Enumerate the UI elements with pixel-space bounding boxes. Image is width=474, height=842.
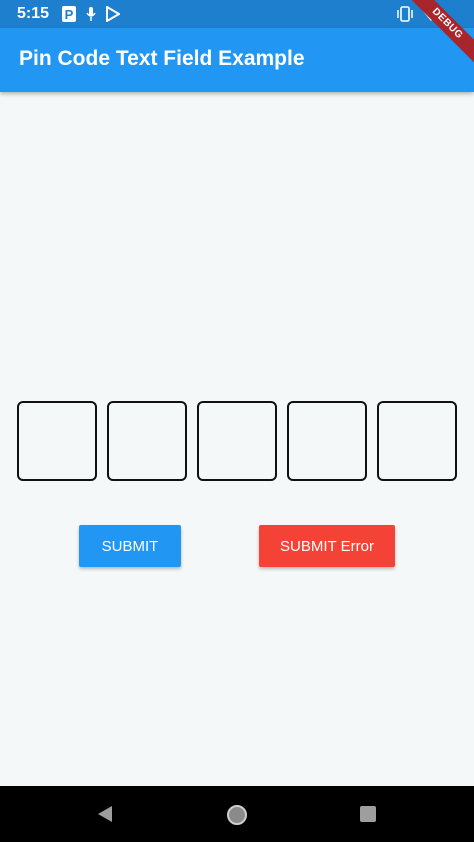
pin-box-3[interactable] — [197, 401, 277, 481]
svg-text:P: P — [65, 7, 74, 22]
pin-box-2[interactable] — [107, 401, 187, 481]
submit-button[interactable]: SUBMIT — [79, 525, 181, 567]
pin-code-field[interactable] — [17, 401, 457, 481]
status-left-icons: P — [62, 6, 120, 22]
pin-box-1[interactable] — [17, 401, 97, 481]
play-store-icon — [106, 6, 120, 22]
navigation-bar — [0, 786, 474, 842]
recent-apps-icon[interactable] — [359, 805, 377, 823]
home-icon[interactable] — [226, 804, 248, 826]
parking-icon: P — [62, 6, 76, 22]
back-icon[interactable] — [96, 805, 114, 823]
debug-banner: DEBUG — [394, 0, 474, 80]
submit-error-button[interactable]: SUBMIT Error — [259, 525, 395, 567]
app-title: Pin Code Text Field Example — [19, 47, 305, 70]
pin-box-4[interactable] — [287, 401, 367, 481]
status-time: 5:15 — [17, 5, 50, 22]
debug-banner-label: DEBUG — [402, 0, 474, 69]
microphone-icon — [86, 7, 96, 21]
pin-box-5[interactable] — [377, 401, 457, 481]
